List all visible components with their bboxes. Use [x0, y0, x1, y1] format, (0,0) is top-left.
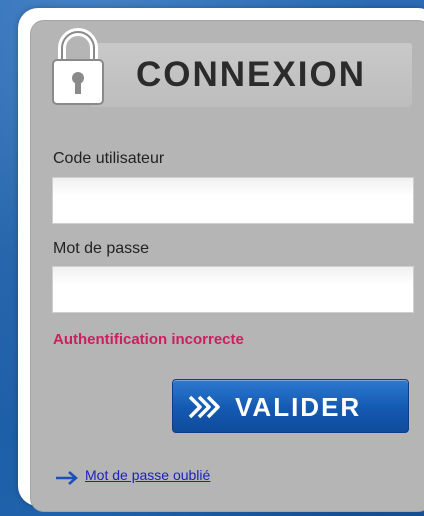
double-chevron-right-icon [188, 395, 220, 419]
lock-icon [52, 28, 104, 105]
login-title: CONNEXION [136, 55, 366, 94]
forgot-password-link[interactable]: Mot de passe oublié [85, 467, 210, 483]
submit-button[interactable]: VALIDER [172, 379, 409, 433]
error-message: Authentification incorrecte [53, 331, 244, 348]
password-input[interactable] [52, 266, 414, 313]
username-label: Code utilisateur [53, 150, 165, 167]
arrow-right-icon [56, 471, 78, 485]
submit-button-label: VALIDER [235, 392, 362, 422]
username-input[interactable] [52, 177, 414, 224]
password-label: Mot de passe [53, 240, 150, 257]
